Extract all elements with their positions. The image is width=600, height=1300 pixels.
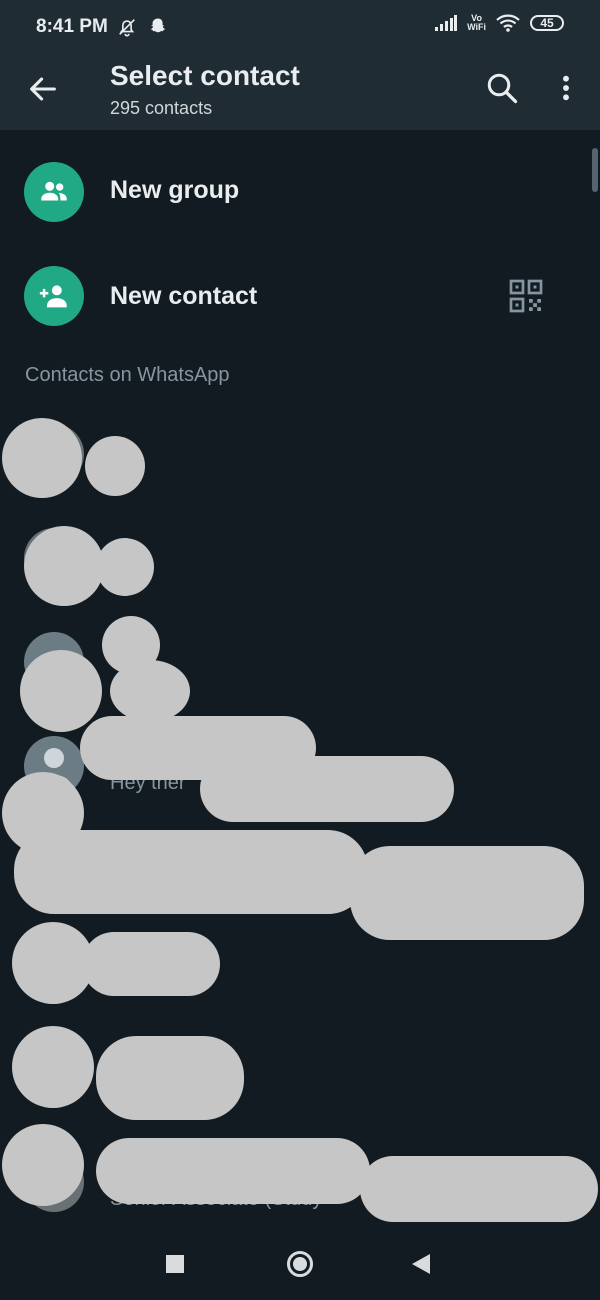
- redaction-mark: [12, 1026, 94, 1108]
- add-person-icon: [24, 266, 84, 326]
- redaction-mark: [82, 932, 220, 996]
- arrow-left-icon[interactable]: [26, 72, 60, 106]
- redaction-mark: [200, 756, 454, 822]
- page-title: Select contact: [110, 60, 300, 91]
- triangle-back-icon[interactable]: [412, 1254, 430, 1274]
- redaction-mark: [96, 1138, 370, 1204]
- qr-code-icon[interactable]: [508, 278, 544, 314]
- redaction-mark: [350, 846, 584, 940]
- wifi-icon: [496, 14, 520, 32]
- new-group-label: New group: [110, 176, 240, 204]
- redaction-mark: [24, 526, 104, 606]
- square-icon[interactable]: [166, 1255, 184, 1273]
- redaction-mark: [96, 538, 154, 596]
- muted-bell-icon: [119, 19, 135, 37]
- contact-count: 295 contacts: [110, 98, 213, 118]
- status-time: 8:41 PM: [36, 16, 108, 37]
- new-group-row[interactable]: New group: [0, 154, 600, 234]
- search-icon[interactable]: [484, 70, 520, 106]
- redaction-mark: [2, 1124, 84, 1206]
- redaction-mark: [360, 1156, 598, 1222]
- status-bar: 8:41 PM Vo WiFi 45: [0, 0, 600, 56]
- vowifi-icon: Vo WiFi: [467, 13, 486, 32]
- contact-list[interactable]: New group New contact Contacts on WhatsA…: [0, 130, 600, 1228]
- redaction-mark: [85, 436, 145, 496]
- redaction-mark: [20, 650, 102, 732]
- redaction-mark: [14, 830, 368, 914]
- more-vert-icon[interactable]: [550, 70, 582, 106]
- group-icon: [24, 162, 84, 222]
- redaction-mark: [110, 660, 190, 722]
- signal-icon: [435, 15, 458, 31]
- new-contact-row[interactable]: New contact: [0, 258, 600, 338]
- redaction-mark: [2, 418, 82, 498]
- battery-indicator: 45: [530, 15, 564, 31]
- section-header: Contacts on WhatsApp: [25, 364, 230, 386]
- snapchat-icon: [150, 18, 166, 33]
- app-bar: Select contact 295 contacts: [0, 56, 600, 130]
- new-contact-label: New contact: [110, 282, 258, 310]
- circle-home-icon[interactable]: [287, 1251, 313, 1277]
- system-nav-bar: [0, 1228, 600, 1300]
- redaction-mark: [96, 1036, 244, 1120]
